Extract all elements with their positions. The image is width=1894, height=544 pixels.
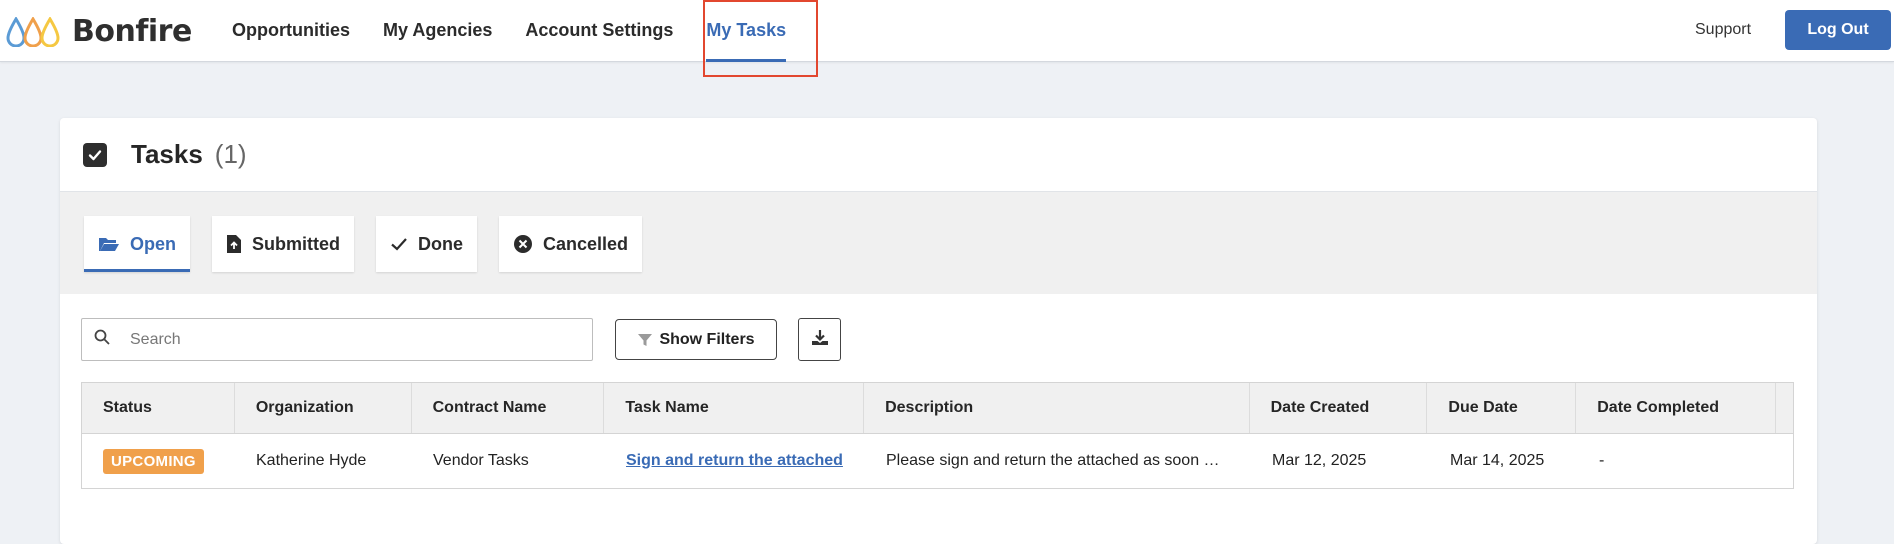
column-header[interactable]: Status [82,383,235,433]
checkmark-icon [390,236,408,252]
download-button[interactable] [798,318,841,361]
nav-account-settings[interactable]: Account Settings [525,0,673,62]
nav-my-tasks[interactable]: My Tasks [706,0,786,62]
search-input[interactable] [130,330,570,349]
flame-drops-icon [6,16,66,47]
contract-name-cell: Vendor Tasks [433,452,529,469]
table-toolbar: Show Filters [81,318,841,361]
tab-label: Done [418,233,464,254]
logout-button[interactable]: Log Out [1785,10,1891,50]
top-navbar: Bonfire Opportunities My Agencies Accoun… [0,0,1894,77]
brand-name: Bonfire [72,14,192,49]
download-icon [810,328,830,351]
search-icon [94,329,110,350]
table-header: Status Organization Contract Name Task N… [82,383,1793,434]
status-tabs: Open Submitted Done Cancelled [60,192,1817,294]
folder-open-icon [98,235,120,253]
status-badge: UPCOMING [103,448,204,474]
task-count: (1) [214,139,247,169]
filter-icon [637,332,653,348]
tab-submitted[interactable]: Submitted [212,216,355,272]
file-upload-icon [226,234,242,254]
column-header[interactable]: Date Created [1250,383,1428,433]
support-link[interactable]: Support [1695,21,1751,39]
tab-open[interactable]: Open [84,216,191,272]
show-filters-button[interactable]: Show Filters [615,319,777,360]
tab-label: Cancelled [543,233,629,254]
column-header[interactable]: Organization [235,383,412,433]
times-circle-icon [513,234,533,254]
nav-my-agencies[interactable]: My Agencies [383,0,492,62]
date-completed-cell: - [1599,452,1605,469]
checkbox-checked-icon [83,142,107,167]
column-header[interactable]: Due Date [1427,383,1577,433]
table-row[interactable]: UPCOMING Katherine Hyde Vendor Tasks Sig… [82,434,1793,488]
tasks-table: Status Organization Contract Name Task N… [81,382,1794,489]
task-name-link[interactable]: Sign and return the attached [626,452,843,470]
nav-opportunities[interactable]: Opportunities [232,0,350,62]
search-box [81,318,593,361]
card-header: Tasks (1) [60,118,1817,192]
tab-cancelled[interactable]: Cancelled [499,216,643,272]
date-created-cell: Mar 12, 2025 [1272,452,1367,469]
description-cell: Please sign and return the attached as s… [886,452,1220,469]
tab-label: Open [130,233,177,254]
status-cell: UPCOMING [82,434,235,488]
tab-done[interactable]: Done [376,216,478,272]
column-header[interactable]: Contract Name [412,383,605,433]
page-title: Tasks [131,139,203,169]
tasks-card: Tasks (1) Open Submitted Done Cancelled … [60,118,1817,544]
organization-cell: Katherine Hyde [256,452,367,469]
main-nav: Opportunities My Agencies Account Settin… [232,0,819,62]
column-header[interactable]: Task Name [604,383,865,433]
task-name-cell: Sign and return the attached [605,434,865,488]
tab-label: Submitted [252,233,341,254]
column-spacer [1776,383,1793,433]
column-header[interactable]: Date Completed [1576,383,1777,433]
bonfire-logo[interactable]: Bonfire [6,14,192,49]
column-header[interactable]: Description [864,383,1250,433]
show-filters-label: Show Filters [659,330,755,348]
due-date-cell: Mar 14, 2025 [1450,452,1545,469]
